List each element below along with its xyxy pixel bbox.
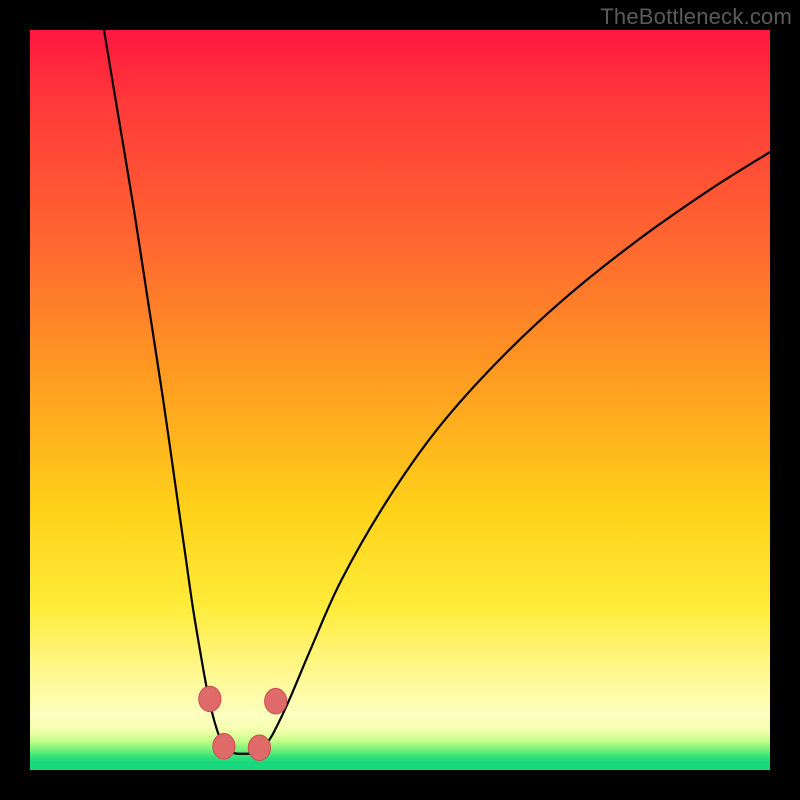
curve-left-branch (104, 30, 237, 754)
bead-marker (265, 688, 287, 714)
curve-layer (30, 30, 770, 770)
bead-group (199, 686, 287, 760)
bead-marker (248, 735, 270, 761)
watermark-text: TheBottleneck.com (600, 4, 792, 30)
bead-marker (199, 686, 221, 712)
plot-area (30, 30, 770, 770)
bead-marker (213, 734, 235, 760)
curve-right-branch (252, 152, 770, 754)
chart-frame: TheBottleneck.com (0, 0, 800, 800)
